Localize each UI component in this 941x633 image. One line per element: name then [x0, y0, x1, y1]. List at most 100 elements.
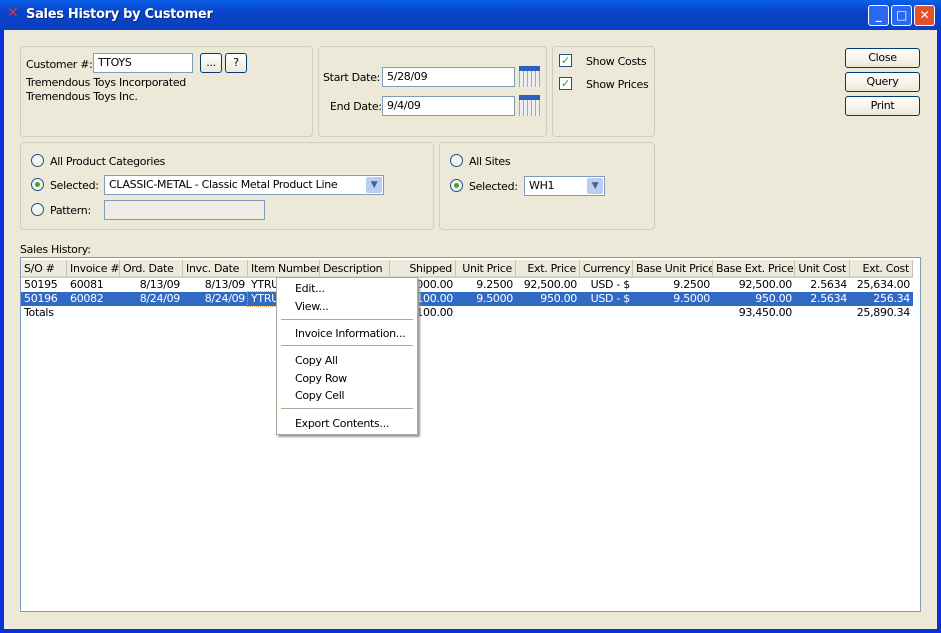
table-cell[interactable]: 950.00: [516, 292, 580, 306]
table-cell[interactable]: 8/13/09: [183, 278, 248, 292]
table-cell[interactable]: 8/13/09: [120, 278, 183, 292]
table-cell[interactable]: [795, 306, 850, 320]
chevron-down-icon[interactable]: ▼: [366, 177, 382, 193]
end-date-label: End Date:: [330, 100, 382, 113]
query-button[interactable]: Query: [845, 72, 920, 92]
table-cell[interactable]: 9.2500: [633, 278, 713, 292]
all-categories-label: All Product Categories: [50, 155, 166, 168]
table-cell[interactable]: 8/24/09: [120, 292, 183, 306]
show-prices-checkbox[interactable]: ✓: [559, 77, 572, 90]
menu-item-edit[interactable]: Edit...: [295, 281, 325, 297]
menu-item-copy-row[interactable]: Copy Row: [295, 371, 347, 387]
pattern-input[interactable]: [104, 200, 265, 220]
category-combo[interactable]: CLASSIC-METAL - Classic Metal Product Li…: [104, 175, 384, 195]
table-cell[interactable]: 25,634.00: [850, 278, 913, 292]
pattern-label: Pattern:: [50, 204, 91, 217]
menu-item-copy-cell[interactable]: Copy Cell: [295, 388, 345, 404]
column-header[interactable]: Shipped: [390, 260, 456, 278]
sales-history-label: Sales History:: [20, 243, 91, 256]
end-date-calendar-icon[interactable]: [519, 95, 540, 116]
customer-lookup-button[interactable]: ...: [200, 53, 222, 73]
table-cell[interactable]: USD - $: [580, 278, 633, 292]
sales-history-table[interactable]: S/O # Invoice # Ord. Date Invc. Date Item Nu…: [20, 257, 921, 612]
customer-help-button[interactable]: ?: [225, 53, 247, 73]
table-cell[interactable]: 9.2500: [456, 278, 516, 292]
table-cell[interactable]: [580, 306, 633, 320]
menu-separator: [281, 345, 413, 346]
column-header[interactable]: Unit Price: [456, 260, 516, 278]
menu-item-copy-all[interactable]: Copy All: [295, 353, 338, 369]
table-cell[interactable]: 9.5000: [456, 292, 516, 306]
minimize-button[interactable]: _: [868, 5, 889, 26]
table-cell[interactable]: 9.5000: [633, 292, 713, 306]
customer-short-name: Tremendous Toys Inc.: [26, 90, 138, 103]
context-menu: Edit... View... Invoice Information... C…: [276, 277, 418, 435]
selected-site-label: Selected:: [469, 180, 518, 193]
menu-separator: [281, 319, 413, 320]
table-cell[interactable]: 2.5634: [795, 292, 850, 306]
customer-label: Customer #:: [26, 58, 93, 71]
table-cell[interactable]: [633, 306, 713, 320]
column-header[interactable]: Item Number: [248, 260, 320, 278]
site-combo-value: WH1: [529, 179, 555, 192]
close-button[interactable]: Close: [845, 48, 920, 68]
show-prices-label: Show Prices: [586, 78, 649, 91]
table-cell[interactable]: 25,890.34: [850, 306, 913, 320]
table-cell[interactable]: 60081: [67, 278, 120, 292]
column-header[interactable]: Base Unit Price: [633, 260, 713, 278]
menu-item-invoice-information[interactable]: Invoice Information...: [295, 326, 406, 342]
column-header[interactable]: Base Ext. Price: [713, 260, 795, 278]
start-date-calendar-icon[interactable]: [519, 66, 540, 87]
table-cell[interactable]: 2.5634: [795, 278, 850, 292]
table-cell[interactable]: 950.00: [713, 292, 795, 306]
column-header[interactable]: S/O #: [21, 260, 67, 278]
table-cell[interactable]: USD - $: [580, 292, 633, 306]
show-costs-checkbox[interactable]: ✓: [559, 54, 572, 67]
start-date-label: Start Date:: [323, 71, 381, 84]
column-header[interactable]: Currency: [580, 260, 633, 278]
all-sites-radio[interactable]: [450, 154, 463, 167]
column-header[interactable]: Ext. Price: [516, 260, 580, 278]
pattern-radio[interactable]: [31, 203, 44, 216]
table-cell[interactable]: [456, 306, 516, 320]
customer-input[interactable]: TTOYS: [93, 53, 193, 73]
table-cell[interactable]: 60082: [67, 292, 120, 306]
table-cell[interactable]: 256.34: [850, 292, 913, 306]
show-costs-label: Show Costs: [586, 55, 647, 68]
menu-item-view[interactable]: View...: [295, 299, 329, 315]
column-header[interactable]: Description: [320, 260, 390, 278]
start-date-input[interactable]: 5/28/09: [382, 67, 515, 87]
menu-separator: [281, 408, 413, 409]
column-header[interactable]: Invc. Date: [183, 260, 248, 278]
window-title: Sales History by Customer: [26, 7, 213, 22]
date-group: [318, 46, 547, 137]
end-date-input[interactable]: 9/4/09: [382, 96, 515, 116]
table-cell[interactable]: [67, 306, 120, 320]
print-button[interactable]: Print: [845, 96, 920, 116]
table-cell[interactable]: 92,500.00: [516, 278, 580, 292]
all-categories-radio[interactable]: [31, 154, 44, 167]
table-cell[interactable]: [120, 306, 183, 320]
selected-category-radio[interactable]: [31, 178, 44, 191]
table-cell[interactable]: 50195: [21, 278, 67, 292]
column-header[interactable]: Invoice #: [67, 260, 120, 278]
column-header[interactable]: Ord. Date: [120, 260, 183, 278]
table-cell[interactable]: 8/24/09: [183, 292, 248, 306]
table-cell[interactable]: [516, 306, 580, 320]
close-window-button[interactable]: ✕: [914, 5, 935, 26]
table-cell[interactable]: [183, 306, 248, 320]
maximize-button[interactable]: □: [891, 5, 912, 26]
menu-item-export-contents[interactable]: Export Contents...: [295, 416, 389, 432]
chevron-down-icon[interactable]: ▼: [587, 178, 603, 194]
all-sites-label: All Sites: [469, 155, 511, 168]
table-cell[interactable]: 92,500.00: [713, 278, 795, 292]
table-cell[interactable]: Totals: [21, 306, 67, 320]
column-header[interactable]: Ext. Cost: [850, 260, 913, 278]
column-header[interactable]: Unit Cost: [795, 260, 850, 278]
app-logo-icon: ✕: [7, 5, 19, 21]
site-combo[interactable]: WH1 ▼: [524, 176, 605, 196]
table-cell[interactable]: 50196: [21, 292, 67, 306]
selected-site-radio[interactable]: [450, 179, 463, 192]
table-cell[interactable]: 93,450.00: [713, 306, 795, 320]
selected-category-label: Selected:: [50, 179, 99, 192]
